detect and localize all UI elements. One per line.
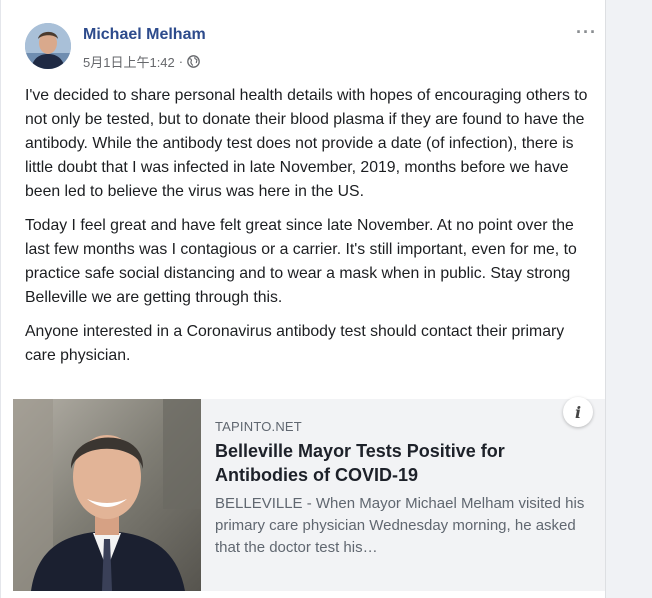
link-domain: TAPINTO.NET: [215, 419, 302, 434]
post-paragraph: Today I feel great and have felt great s…: [25, 217, 577, 306]
link-headline[interactable]: Belleville Mayor Tests Positive for Anti…: [215, 439, 585, 487]
page-gutter: [606, 0, 652, 598]
post-paragraph: Anyone interested in a Coronavirus antib…: [25, 323, 565, 364]
info-icon[interactable]: i: [563, 397, 593, 427]
link-preview-text: TAPINTO.NET Belleville Mayor Tests Posit…: [215, 419, 585, 559]
facebook-post: Michael Melham 5月1日上午1:42 · ··· I've dec…: [0, 0, 606, 598]
link-snippet: BELLEVILLE - When Mayor Michael Melham v…: [215, 495, 585, 556]
globe-icon[interactable]: [187, 55, 200, 68]
avatar-image: [25, 23, 71, 69]
author-name[interactable]: Michael Melham: [83, 26, 206, 44]
post-paragraph: I've decided to share personal health de…: [25, 87, 588, 200]
article-thumbnail[interactable]: [13, 399, 201, 591]
link-preview-card[interactable]: TAPINTO.NET Belleville Mayor Tests Posit…: [13, 397, 605, 591]
post-timestamp[interactable]: 5月1日上午1:42: [83, 52, 175, 71]
meta-separator: ·: [178, 54, 184, 69]
post-meta: 5月1日上午1:42 ·: [83, 52, 200, 71]
post-body: I've decided to share personal health de…: [25, 84, 597, 378]
more-options-button[interactable]: ···: [576, 23, 597, 41]
avatar[interactable]: [25, 23, 71, 69]
